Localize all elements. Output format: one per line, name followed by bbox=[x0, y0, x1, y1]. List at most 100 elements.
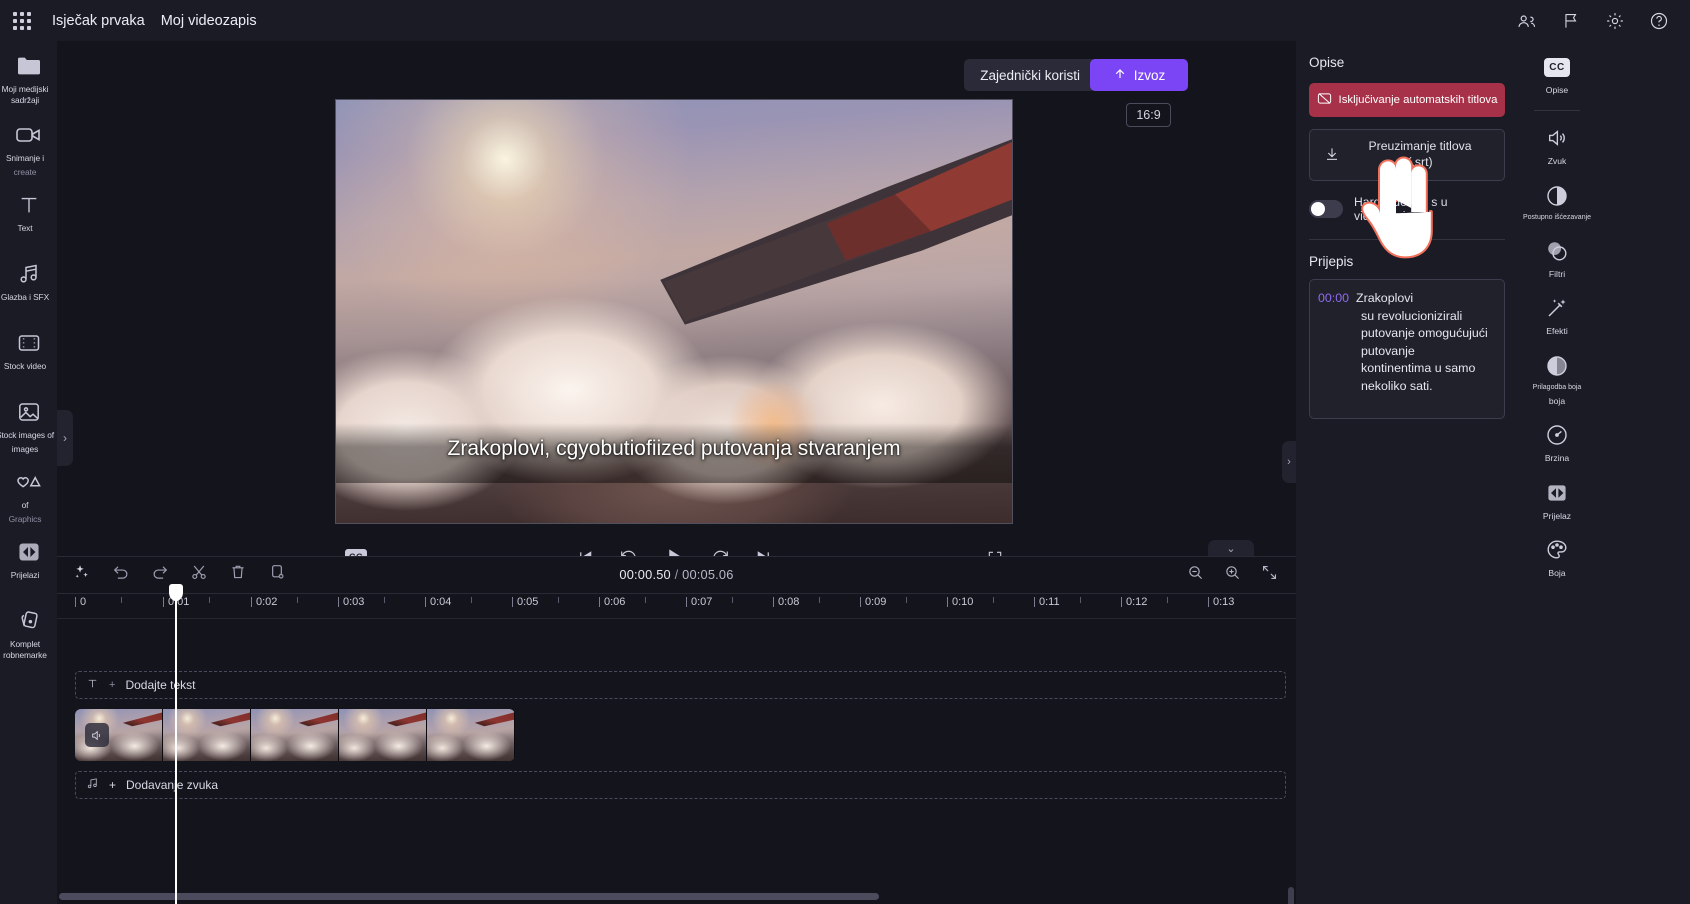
app-launcher-button[interactable] bbox=[0, 11, 44, 30]
rail-item-label: Opise bbox=[1545, 85, 1569, 95]
download-srt-button[interactable]: Preuzimanje titlova (.srt) bbox=[1309, 129, 1505, 181]
rail-item-speed[interactable]: Brzina bbox=[1526, 421, 1588, 463]
scrollbar-thumb[interactable] bbox=[59, 893, 879, 900]
transcript-line: su revolucionizirali bbox=[1361, 308, 1463, 323]
ruler-tick-minor bbox=[1167, 597, 1168, 603]
current-time: 00:00.50 bbox=[619, 567, 671, 582]
fade-icon bbox=[1545, 182, 1569, 210]
sidebar-item-music-sfx[interactable]: Glazba i SFX bbox=[0, 259, 57, 315]
music-icon bbox=[17, 259, 41, 289]
filters-icon bbox=[1545, 237, 1569, 265]
settings-gear-icon[interactable] bbox=[1604, 10, 1626, 32]
hardcode-captions-row[interactable]: Hardcode CC s u videozapisu bbox=[1309, 195, 1505, 223]
collapse-preview-button[interactable]: ⌄ bbox=[1208, 540, 1254, 556]
ruler-tick-minor bbox=[645, 597, 646, 603]
sidebar-item-label: Moji medijski sadržaji bbox=[1, 84, 49, 105]
breadcrumb-video[interactable]: Moj videozapis bbox=[161, 13, 257, 29]
ruler-label: 0:06 bbox=[604, 596, 626, 608]
rail-item-label: Zvuk bbox=[1547, 156, 1567, 167]
sidebar-item-my-media[interactable]: Moji medijski sadržaji bbox=[0, 51, 57, 107]
sidebar-item-label: Text bbox=[17, 223, 33, 233]
ruler-tick-minor bbox=[121, 597, 122, 603]
text-track-placeholder[interactable]: + Dodajte tekst bbox=[75, 671, 1286, 699]
sidebar-item-brand-kit[interactable]: Komplet robnemarke bbox=[0, 606, 57, 662]
transcript-title: Prijepis bbox=[1309, 254, 1354, 269]
share-button[interactable]: Zajednički koristi bbox=[964, 59, 1096, 91]
playhead[interactable] bbox=[169, 584, 183, 904]
hardcode-captions-label: Hardcode CC s u videozapisu bbox=[1354, 195, 1448, 223]
adjust-colors-icon bbox=[1545, 352, 1569, 380]
rail-item-captions[interactable]: CC Opise bbox=[1526, 53, 1588, 95]
clip-thumbnail bbox=[427, 709, 515, 761]
captions-panel: Opise Isključivanje automatskih titlova … bbox=[1296, 41, 1518, 904]
ruler-tick bbox=[512, 597, 513, 607]
disable-auto-captions-label: Isključivanje automatskih titlova bbox=[1338, 94, 1498, 106]
brandkit-icon bbox=[17, 606, 41, 636]
timeline-ruler[interactable]: 0 0:01 0:02 0:03 0:04 0:05 0:06 0:07 0:0… bbox=[57, 593, 1296, 619]
fit-to-screen-button[interactable] bbox=[1261, 564, 1278, 581]
ruler-label: 0:04 bbox=[430, 596, 452, 608]
sidebar-item-text[interactable]: Text bbox=[0, 190, 57, 246]
open-properties-button[interactable]: › bbox=[1282, 441, 1296, 483]
export-button[interactable]: Izvoz bbox=[1090, 59, 1188, 91]
timeline-tracks: + Dodajte tekst + Dodavanje zvuka bbox=[57, 619, 1296, 849]
video-preview[interactable]: Zrakoplovi, cgyobutiofiized putovanja st… bbox=[335, 99, 1013, 524]
zoom-out-button[interactable] bbox=[1187, 564, 1204, 581]
feedback-flag-icon[interactable] bbox=[1560, 10, 1582, 32]
timeline-horizontal-scrollbar[interactable] bbox=[57, 893, 1296, 900]
transcript-line: putovanje bbox=[1361, 343, 1415, 358]
ruler-tick bbox=[1208, 597, 1209, 607]
rail-item-transition[interactable]: Prijelaz bbox=[1526, 479, 1588, 521]
disable-auto-captions-button[interactable]: Isključivanje automatskih titlova bbox=[1309, 83, 1505, 117]
ruler-label: 0 bbox=[80, 596, 87, 608]
sidebar-item-stock-images[interactable]: Stock images of images bbox=[0, 397, 57, 454]
rail-item-color[interactable]: Boja bbox=[1526, 536, 1588, 578]
collaborate-icon[interactable] bbox=[1516, 10, 1538, 32]
speed-gauge-icon bbox=[1545, 421, 1569, 449]
palette-icon bbox=[1545, 536, 1569, 564]
rail-item-adjust-colors[interactable]: Prilagodba boja boja bbox=[1526, 352, 1588, 407]
download-srt-label-line2: (.srt) bbox=[1407, 155, 1433, 169]
ruler-label: 0:02 bbox=[256, 596, 278, 608]
rail-item-label-2: boja bbox=[1548, 396, 1566, 407]
text-track-label: Dodajte tekst bbox=[125, 678, 196, 692]
rail-item-filters[interactable]: Filtri bbox=[1526, 237, 1588, 279]
rail-item-audio[interactable]: Zvuk bbox=[1526, 124, 1588, 166]
left-sidebar: Moji medijski sadržaji Snimanje i create… bbox=[0, 41, 57, 904]
ruler-label: 0:07 bbox=[691, 596, 713, 608]
ruler-label: 0:10 bbox=[952, 596, 974, 608]
hardcode-captions-toggle[interactable] bbox=[1309, 200, 1343, 218]
chevron-right-icon: › bbox=[63, 431, 67, 445]
sidebar-item-label-2: images bbox=[11, 443, 39, 454]
playhead-handle[interactable] bbox=[169, 584, 183, 601]
sidebar-item-graphics[interactable]: of Graphics bbox=[0, 467, 57, 524]
expand-sidebar-button[interactable]: › bbox=[57, 410, 73, 466]
rail-item-effects[interactable]: Efekti bbox=[1526, 294, 1588, 336]
panel-title: Opise bbox=[1309, 55, 1345, 70]
video-clip[interactable] bbox=[75, 709, 515, 761]
sidebar-item-stock-video[interactable]: Stock video bbox=[0, 328, 57, 384]
share-button-label: Zajednički koristi bbox=[980, 67, 1080, 83]
rail-item-fade[interactable]: Postupno išćezavanje bbox=[1523, 182, 1591, 222]
sidebar-item-record-create[interactable]: Snimanje i create bbox=[0, 120, 57, 177]
film-icon bbox=[17, 328, 41, 358]
breadcrumb-project[interactable]: Isječak prvaka bbox=[52, 13, 145, 29]
sidebar-item-transitions[interactable]: Prijelazi bbox=[0, 537, 57, 593]
total-time: 00:05.06 bbox=[682, 567, 734, 582]
properties-rail: CC Opise Zvuk Postupno išćezavanje Filtr… bbox=[1518, 41, 1690, 904]
transcript-line: Zrakoplovi bbox=[1356, 291, 1414, 305]
transcript-box[interactable]: 00:00 Zrakoplovi su revolucionizirali pu… bbox=[1309, 279, 1505, 419]
clip-audio-icon[interactable] bbox=[85, 723, 109, 747]
sidebar-item-label-2: Graphics bbox=[8, 513, 42, 524]
download-srt-label-line1: Preuzimanje titlova bbox=[1368, 139, 1472, 154]
top-bar-actions bbox=[1516, 10, 1690, 32]
ruler-tick bbox=[163, 597, 164, 607]
zoom-in-button[interactable] bbox=[1224, 564, 1241, 581]
aspect-ratio-button[interactable]: 16:9 bbox=[1126, 103, 1171, 127]
ruler-tick bbox=[686, 597, 687, 607]
help-icon[interactable] bbox=[1648, 10, 1670, 32]
effects-wand-icon bbox=[1545, 294, 1569, 322]
camera-icon bbox=[15, 120, 43, 150]
rail-divider bbox=[1534, 110, 1580, 112]
audio-track-placeholder[interactable]: + Dodavanje zvuka bbox=[75, 771, 1286, 799]
